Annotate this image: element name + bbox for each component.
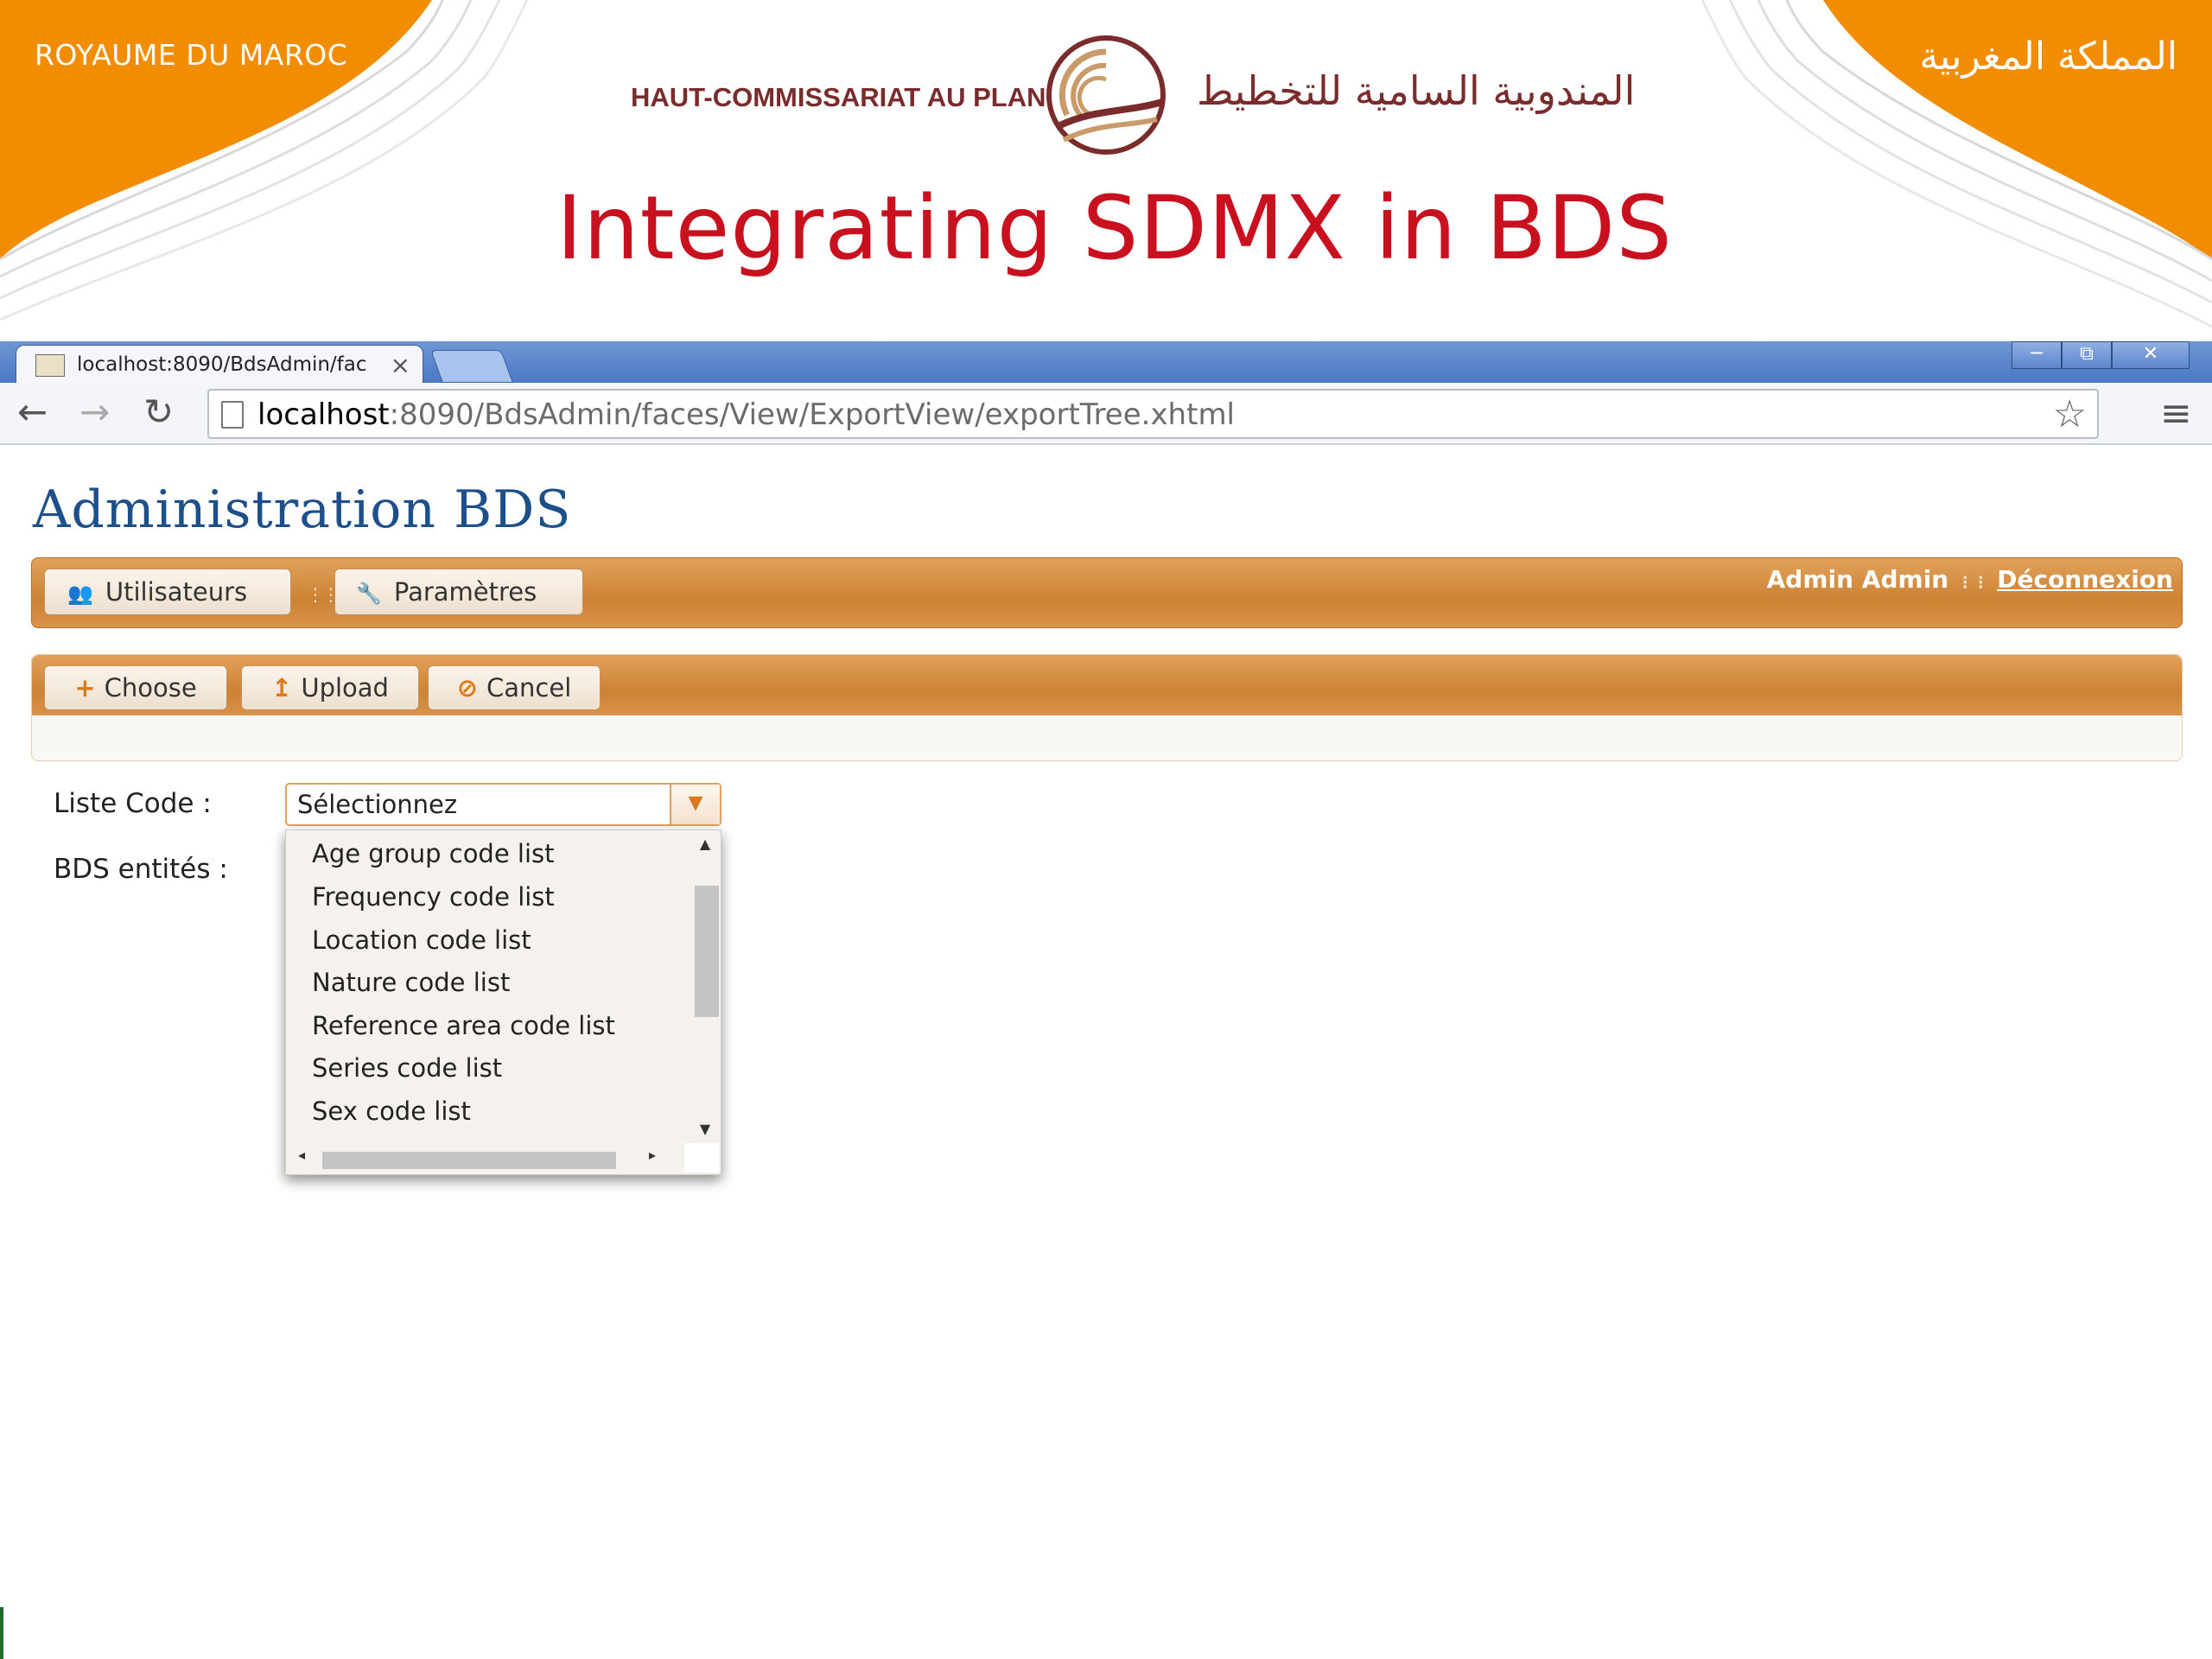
favicon-icon xyxy=(35,354,65,377)
browser-titlebar: localhost:8090/BdsAdmin/fac × ─ ⧉ ✕ xyxy=(0,341,2212,384)
institution-name-ar: المندوبية السامية للتخطيط xyxy=(1197,67,1636,114)
kingdom-name-ar: المملكة المغربية xyxy=(1919,35,2177,79)
address-bar[interactable]: localhost:8090/BdsAdmin/faces/View/Expor… xyxy=(207,389,2099,439)
institution-name-fr: HAUT-COMMISSARIAT AU PLAN xyxy=(631,82,1046,112)
page-icon xyxy=(221,401,244,429)
liste-code-label: Liste Code : xyxy=(54,788,212,819)
choose-button[interactable]: + Choose xyxy=(44,665,227,710)
browser-toolbar: ← → ↻ localhost:8090/BdsAdmin/faces/View… xyxy=(0,383,2212,445)
dropdown-option[interactable]: Sex code list xyxy=(312,1096,471,1126)
scrollbar-corner xyxy=(684,1143,719,1173)
dropdown-option[interactable]: Age group code list xyxy=(312,839,555,868)
window-close-button[interactable]: ✕ xyxy=(2112,341,2190,369)
scroll-down-icon[interactable]: ▼ xyxy=(693,1121,717,1137)
hcp-logo-icon xyxy=(1046,35,1166,155)
dropdown-option[interactable]: Reference area code list xyxy=(312,1011,615,1040)
plus-icon: + xyxy=(74,673,96,702)
bds-entites-label: BDS entités : xyxy=(54,854,228,885)
dropdown-option[interactable]: Location code list xyxy=(312,925,531,955)
bookmark-star-icon[interactable]: ☆ xyxy=(2053,392,2087,436)
menu-utilisateurs-button[interactable]: 👥 Utilisateurs xyxy=(44,569,291,615)
wrench-icon: 🔧 xyxy=(356,582,382,606)
slide-title: Integrating SDMX in BDS xyxy=(556,177,1674,280)
green-edge-mark xyxy=(0,1607,3,1659)
new-tab-button[interactable] xyxy=(430,350,513,383)
file-upload-panel: + Choose ↥ Upload ⊘ Cancel xyxy=(31,654,2183,761)
main-menubar: 👥 Utilisateurs ⋮⋮ 🔧 Paramètres Admin Admin… xyxy=(31,557,2183,628)
cancel-button[interactable]: ⊘ Cancel xyxy=(428,665,601,710)
logout-link[interactable]: Déconnexion xyxy=(1997,565,2173,594)
scrollbar-thumb[interactable] xyxy=(695,886,719,1017)
minimize-button[interactable]: ─ xyxy=(2012,341,2062,369)
forward-arrow-icon[interactable]: → xyxy=(79,391,110,433)
dropdown-option[interactable]: Series code list xyxy=(312,1053,502,1083)
user-name: Admin Admin xyxy=(1766,565,1949,594)
dropdown-vertical-scrollbar[interactable]: ▲ ▼ xyxy=(693,836,719,1140)
dropdown-option[interactable]: Nature code list xyxy=(312,968,510,997)
page-title: Administration BDS xyxy=(33,480,572,540)
restore-button[interactable]: ⧉ xyxy=(2062,341,2112,369)
chevron-down-icon[interactable]: ▼ xyxy=(670,785,720,824)
dropdown-horizontal-scrollbar[interactable]: ◂ ▸ xyxy=(293,1145,673,1169)
liste-code-select[interactable]: Sélectionnez ▼ xyxy=(285,783,721,826)
liste-code-dropdown: Age group code list Frequency code list … xyxy=(285,830,721,1175)
tab-title: localhost:8090/BdsAdmin/fac xyxy=(77,353,367,376)
upload-button[interactable]: ↥ Upload xyxy=(241,665,419,710)
upload-toolbar: + Choose ↥ Upload ⊘ Cancel xyxy=(32,655,2182,715)
scroll-left-icon[interactable]: ◂ xyxy=(298,1147,305,1163)
url-text[interactable]: localhost:8090/BdsAdmin/faces/View/Expor… xyxy=(257,397,1235,432)
tab-close-icon[interactable]: × xyxy=(391,351,410,379)
slide-banner: ROYAUME DU MAROC المملكة المغربية HAUT-C… xyxy=(0,0,2212,341)
browser-menu-icon[interactable]: ≡ xyxy=(2160,391,2192,435)
users-icon: 👥 xyxy=(67,582,93,606)
reload-icon[interactable]: ↻ xyxy=(143,391,174,433)
user-box: Admin Admin ⋮⋮ Déconnexion xyxy=(1767,565,2173,594)
scroll-right-icon[interactable]: ▸ xyxy=(649,1147,656,1163)
scrollbar-thumb[interactable] xyxy=(322,1152,616,1169)
dropdown-option[interactable]: Frequency code list xyxy=(312,882,555,912)
upload-arrow-icon: ↥ xyxy=(271,673,293,702)
menu-separator: ⋮⋮ xyxy=(307,584,340,605)
select-value: Sélectionnez xyxy=(297,790,458,819)
menu-parametres-button[interactable]: 🔧 Paramètres xyxy=(334,569,583,615)
kingdom-name-fr: ROYAUME DU MAROC xyxy=(35,38,348,72)
scroll-up-icon[interactable]: ▲ xyxy=(693,836,717,852)
user-separator: ⋮⋮ xyxy=(1957,574,1989,592)
browser-tab[interactable]: localhost:8090/BdsAdmin/fac × xyxy=(16,345,423,384)
cancel-icon: ⊘ xyxy=(456,673,479,702)
window-controls: ─ ⧉ ✕ xyxy=(2012,341,2190,369)
back-arrow-icon[interactable]: ← xyxy=(17,391,48,433)
